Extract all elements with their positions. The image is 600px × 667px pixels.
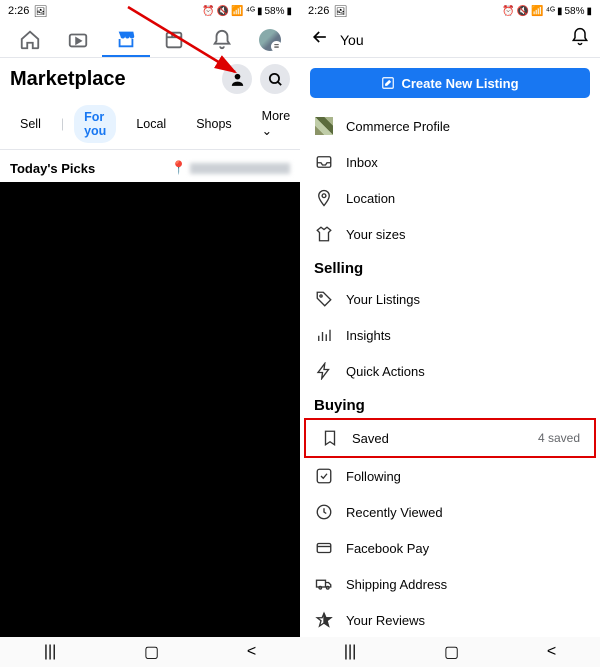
- nav-home[interactable]: ▢: [444, 642, 459, 662]
- location-icon: [314, 189, 334, 207]
- truck-icon: [314, 575, 334, 593]
- main-tab-bar: ≡: [0, 22, 300, 58]
- item-quick-actions[interactable]: Quick Actions: [300, 353, 600, 389]
- battery-pct: 58%: [264, 6, 284, 17]
- item-your-listings[interactable]: Your Listings: [300, 281, 600, 317]
- lte-icon: ⁴ᴳ: [546, 6, 555, 17]
- filter-foryou[interactable]: For you: [74, 105, 116, 143]
- item-insights[interactable]: Insights: [300, 317, 600, 353]
- create-listing-button[interactable]: Create New Listing: [310, 68, 590, 98]
- you-scroll[interactable]: Create New Listing Commerce Profile Inbo…: [300, 58, 600, 667]
- item-reviews[interactable]: Your Reviews: [300, 602, 600, 638]
- location-blurred[interactable]: [190, 163, 290, 174]
- item-location[interactable]: Location: [300, 180, 600, 216]
- tag-icon: [314, 290, 334, 308]
- tab-notifications[interactable]: [198, 22, 246, 57]
- location-pin-icon[interactable]: 📍: [171, 160, 187, 176]
- item-saved[interactable]: Saved 4 saved: [304, 418, 596, 458]
- profile-icon: [314, 117, 334, 135]
- battery-icon: ▮: [586, 6, 592, 17]
- battery-pct: 58%: [564, 6, 584, 17]
- filter-local[interactable]: Local: [126, 112, 176, 136]
- tab-news[interactable]: [150, 22, 198, 57]
- wifi-icon: 📶: [531, 6, 543, 17]
- marketplace-header: Marketplace: [0, 58, 300, 100]
- notification-bell-icon[interactable]: [570, 27, 590, 52]
- mute-icon: 🔇: [217, 6, 229, 17]
- status-indicator: 🖼: [33, 5, 47, 18]
- status-time: 2:26: [308, 5, 329, 17]
- picks-title: Today's Picks: [10, 161, 171, 176]
- wifi-icon: 📶: [231, 6, 243, 17]
- item-facebook-pay[interactable]: Facebook Pay: [300, 530, 600, 566]
- bolt-icon: [314, 362, 334, 380]
- section-selling: Selling: [300, 252, 600, 281]
- chevron-down-icon: ⌄: [262, 124, 272, 138]
- filter-row: Sell | For you Local Shops More ⌄: [0, 100, 300, 147]
- item-inbox[interactable]: Inbox: [300, 144, 600, 180]
- nav-home[interactable]: ▢: [144, 642, 159, 662]
- back-button[interactable]: [310, 27, 330, 52]
- tab-marketplace[interactable]: [102, 22, 150, 57]
- status-bar-left: 2:26 🖼 ⏰ 🔇 📶 ⁴ᴳ ▮ 58% ▮: [0, 0, 300, 22]
- content-placeholder: [0, 182, 300, 667]
- tab-watch[interactable]: [54, 22, 102, 57]
- page-title: Marketplace: [10, 68, 214, 91]
- tab-menu[interactable]: ≡: [246, 22, 294, 57]
- status-bar-right: 2:26 🖼 ⏰ 🔇 📶 ⁴ᴳ ▮ 58% ▮: [300, 0, 600, 22]
- item-commerce-profile[interactable]: Commerce Profile: [300, 108, 600, 144]
- android-nav-right: ||| ▢ <: [300, 637, 600, 667]
- you-title: You: [340, 32, 560, 48]
- filter-sell[interactable]: Sell: [10, 112, 51, 136]
- filter-more[interactable]: More ⌄: [252, 104, 300, 143]
- item-shipping[interactable]: Shipping Address: [300, 566, 600, 602]
- lte-icon: ⁴ᴳ: [246, 6, 255, 17]
- android-nav-left: ||| ▢ <: [0, 637, 300, 667]
- signal-icon: ▮: [257, 6, 263, 17]
- left-screenshot: 2:26 🖼 ⏰ 🔇 📶 ⁴ᴳ ▮ 58% ▮: [0, 0, 300, 667]
- saved-count: 4 saved: [538, 431, 580, 445]
- status-indicator: 🖼: [333, 5, 347, 18]
- alarm-icon: ⏰: [202, 6, 214, 17]
- alarm-icon: ⏰: [502, 6, 514, 17]
- star-icon: [314, 611, 334, 629]
- battery-icon: ▮: [286, 6, 292, 17]
- search-button[interactable]: [260, 64, 290, 94]
- chart-icon: [314, 326, 334, 344]
- picks-header: Today's Picks 📍: [0, 152, 300, 182]
- you-header: You: [300, 22, 600, 58]
- nav-recent[interactable]: |||: [44, 643, 56, 661]
- inbox-icon: [314, 153, 334, 171]
- tab-home[interactable]: [6, 22, 54, 57]
- clock-icon: [314, 503, 334, 521]
- right-screenshot: 2:26 🖼 ⏰ 🔇 📶 ⁴ᴳ ▮ 58% ▮ You Create New L…: [300, 0, 600, 667]
- section-buying: Buying: [300, 389, 600, 418]
- person-button[interactable]: [222, 64, 252, 94]
- item-recently-viewed[interactable]: Recently Viewed: [300, 494, 600, 530]
- item-sizes[interactable]: Your sizes: [300, 216, 600, 252]
- nav-back[interactable]: <: [247, 643, 256, 661]
- nav-back[interactable]: <: [547, 643, 556, 661]
- signal-icon: ▮: [557, 6, 563, 17]
- card-icon: [314, 539, 334, 557]
- nav-recent[interactable]: |||: [344, 643, 356, 661]
- create-listing-label: Create New Listing: [401, 76, 518, 91]
- status-time: 2:26: [8, 5, 29, 17]
- bookmark-icon: [320, 429, 340, 447]
- shirt-icon: [314, 225, 334, 243]
- check-box-icon: [314, 467, 334, 485]
- mute-icon: 🔇: [517, 6, 529, 17]
- filter-shops[interactable]: Shops: [186, 112, 241, 136]
- item-following[interactable]: Following: [300, 458, 600, 494]
